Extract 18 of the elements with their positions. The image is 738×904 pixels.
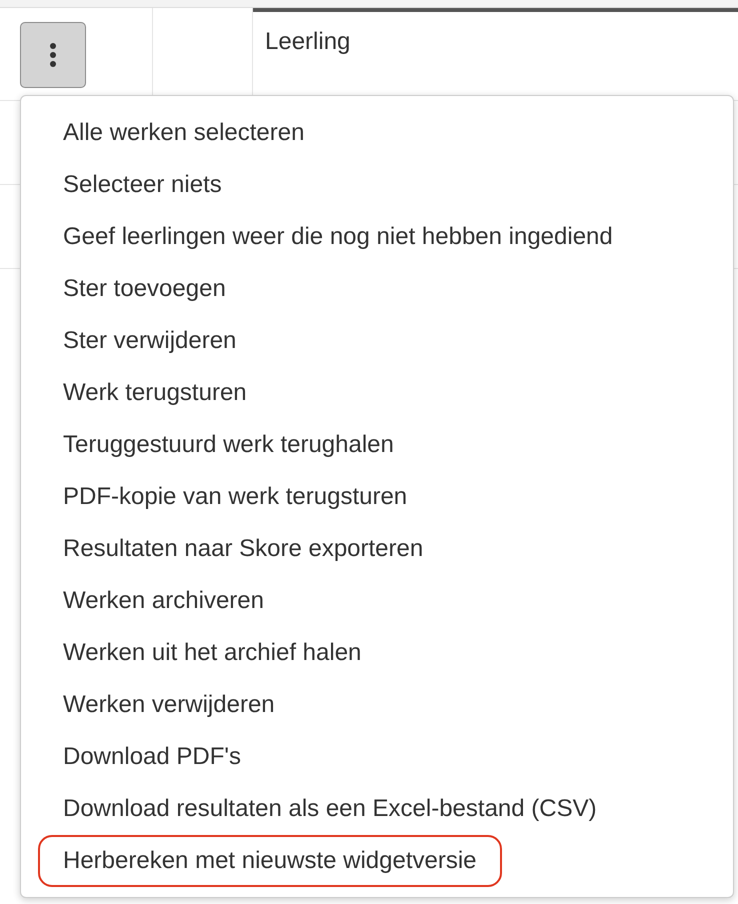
menu-item[interactable]: PDF-kopie van werk terugsturen [38, 471, 432, 523]
menu-item[interactable]: Selecteer niets [38, 159, 247, 211]
menu-item[interactable]: Werken archiveren [38, 575, 289, 627]
menu-item[interactable]: Herbereken met nieuwste widgetversie [38, 835, 502, 887]
more-vertical-icon [49, 42, 57, 68]
menu-item[interactable]: Werken verwijderen [38, 679, 300, 731]
menu-item[interactable]: Resultaten naar Skore exporteren [38, 523, 448, 575]
menu-item[interactable]: Ster toevoegen [38, 263, 251, 315]
more-options-button[interactable] [20, 22, 86, 88]
menu-item[interactable]: Alle werken selecteren [38, 107, 330, 159]
menu-item[interactable]: Geef leerlingen weer die nog niet hebben ingediend [38, 211, 638, 263]
menu-item[interactable]: Download resultaten als een Excel-bestand (CSV) [38, 783, 622, 835]
menu-item[interactable]: Teruggestuurd werk terughalen [38, 419, 419, 471]
menu-item[interactable]: Werk terugsturen [38, 367, 272, 419]
menu-item[interactable]: Download PDF's [38, 731, 266, 783]
menu-item[interactable]: Werken uit het archief halen [38, 627, 386, 679]
column-header: Leerling [265, 28, 350, 55]
menu-item[interactable]: Ster verwijderen [38, 315, 262, 367]
